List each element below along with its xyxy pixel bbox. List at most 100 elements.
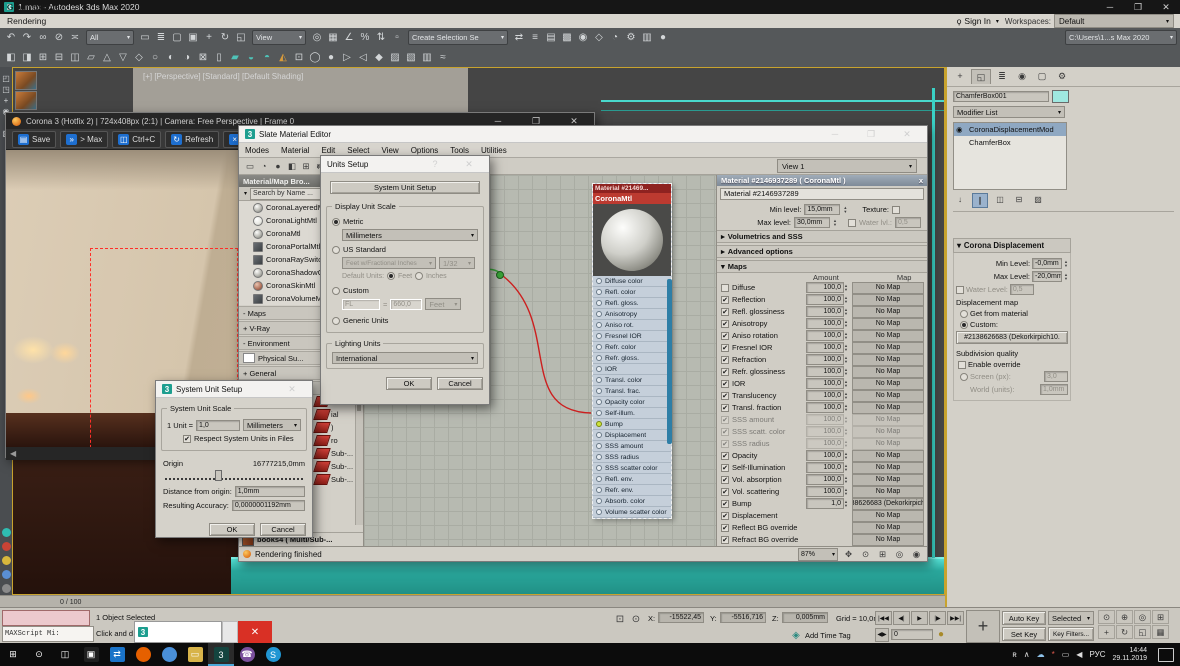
map-slot-button[interactable]: No Map (852, 366, 924, 378)
modifier-stack-item[interactable]: ChamferBox (954, 136, 1066, 149)
view-tab-dropdown[interactable]: View 1▾ (777, 159, 917, 173)
slot-socket-icon[interactable] (596, 454, 602, 460)
max-level-field[interactable]: 30,0mm (794, 217, 830, 228)
3dsmax-icon[interactable]: 3 (208, 643, 234, 666)
slate-titlebar[interactable]: 3 Slate Material Editor ─❐✕ (239, 126, 927, 143)
map-row[interactable]: ✔ SSS amount 100,0 ▲▼ No Map (717, 414, 927, 426)
selection-set-dropdown[interactable]: Selected▾ (1048, 611, 1094, 625)
map-row[interactable]: ✔ Diffuse 100,0 ▲▼ No Map (717, 282, 927, 294)
map-slot-button[interactable]: No Map (852, 534, 924, 546)
pan-icon[interactable]: ✥ (842, 548, 855, 560)
node-input-slot[interactable]: Aniso rot. (593, 320, 671, 331)
slate-menu-item[interactable]: Modes (239, 146, 275, 155)
render-production-button[interactable]: ● (655, 30, 671, 45)
toolbar-button[interactable]: ◒ (243, 50, 259, 65)
toolbar-button[interactable]: ▥ (419, 50, 435, 65)
map-checkbox[interactable]: ✔ (721, 392, 729, 400)
add-time-tag[interactable]: Add Time Tag (805, 631, 851, 640)
node-input-slot[interactable]: Diffuse color (593, 276, 671, 287)
map-row[interactable]: ✔ Vol. scattering 100,0 ▲▼ No Map (717, 486, 927, 498)
map-row[interactable]: ✔ Self-Illumination 100,0 ▲▼ No Map (717, 462, 927, 474)
toolbar-button[interactable]: ≈ (435, 50, 451, 65)
firefox-icon[interactable] (130, 643, 156, 666)
set-key-button[interactable]: Set Key (1002, 627, 1046, 641)
viewport-thumbnail[interactable] (15, 71, 37, 90)
visibility-eye-icon[interactable]: ◉ (956, 125, 966, 134)
map-slot-button[interactable]: No Map (852, 402, 924, 414)
use-pivot-center-button[interactable]: ◎ (309, 30, 325, 45)
slate-menu-item[interactable]: View (376, 146, 405, 155)
material-name-field[interactable]: Material #2146937289 (720, 188, 924, 200)
maximize-button[interactable]: ❐ (1124, 2, 1152, 13)
map-amount-field[interactable]: 100,0 (806, 366, 844, 377)
cancel-button[interactable]: Cancel (437, 377, 483, 390)
toolbar-button[interactable]: ⊠ (195, 50, 211, 65)
slot-socket-icon[interactable] (596, 465, 602, 471)
map-checkbox[interactable]: ✔ (721, 380, 729, 388)
start-button[interactable]: ⊞ (0, 643, 26, 666)
water-level-checkbox[interactable] (956, 286, 964, 294)
node-input-slot[interactable]: Refl. env. (593, 474, 671, 485)
slot-socket-icon[interactable] (596, 366, 602, 372)
parameters-header[interactable]: Material #2146937289 ( CoronaMtl )x (717, 175, 927, 186)
selection-region-button[interactable]: ▢ (169, 30, 185, 45)
slate-toolbar-button[interactable]: ◔ (257, 160, 271, 173)
create-new-key-button[interactable]: + (966, 610, 1000, 643)
map-row[interactable]: ✔ Refract BG override ▲▼ No Map (717, 534, 927, 546)
project-folder-dropdown[interactable]: C:\Users\1...s Max 2020▾ (1065, 30, 1177, 45)
toolbar-button[interactable]: ▱ (83, 50, 99, 65)
system-unit-setup-button[interactable]: System Unit Setup (330, 181, 480, 194)
tray-network-icon[interactable]: ▭ (1062, 650, 1070, 659)
key-mode-toggle[interactable]: ◀▶ (875, 628, 889, 642)
map-row[interactable]: ✔ Vol. absorption 100,0 ▲▼ No Map (717, 474, 927, 486)
node-input-slot[interactable]: Displacement (593, 430, 671, 441)
map-row[interactable]: ✔ Anisotropy 100,0 ▲▼ No Map (717, 318, 927, 330)
slot-socket-icon[interactable] (596, 344, 602, 350)
tray-alert-icon[interactable]: * (1052, 650, 1055, 659)
close-icon[interactable]: x (919, 176, 923, 185)
percent-snap-button[interactable]: % (357, 30, 373, 45)
map-checkbox[interactable]: ✔ (721, 524, 729, 532)
key-filters-button[interactable]: Key Filters... (1048, 627, 1094, 641)
node-input-slot[interactable]: Fresnel IOR (593, 331, 671, 342)
map-row[interactable]: ✔ Opacity 100,0 ▲▼ No Map (717, 450, 927, 462)
map-row[interactable]: ✔ Transl. fraction 100,0 ▲▼ No Map (717, 402, 927, 414)
map-row[interactable]: ✔ SSS radius 100,0 ▲▼ No Map (717, 438, 927, 450)
map-row[interactable]: ✔ Translucency 100,0 ▲▼ No Map (717, 390, 927, 402)
vfb-toolbar-button[interactable]: ◫Ctrl+C (112, 131, 161, 148)
node-input-slot[interactable]: Refr. color (593, 342, 671, 353)
toolbar-button[interactable]: ▯ (211, 50, 227, 65)
map-slot-button[interactable]: No Map (852, 426, 924, 438)
origin-slider-handle[interactable] (215, 470, 222, 481)
map-amount-field[interactable]: 100,0 (806, 414, 844, 425)
next-frame-button[interactable]: |▶ (929, 611, 946, 625)
toolbar-button[interactable]: ▧ (403, 50, 419, 65)
side-toolbar-button[interactable]: ◳ (1, 84, 12, 95)
layer-explorer-button[interactable]: ▤ (543, 30, 559, 45)
utilities-tab[interactable]: ⚙ (1053, 69, 1071, 83)
slot-socket-icon[interactable] (596, 300, 602, 306)
map-amount-field[interactable]: 100,0 (806, 474, 844, 485)
ribbon-toggle-button[interactable]: ▩ (559, 30, 575, 45)
map-checkbox[interactable]: ✔ (721, 368, 729, 376)
map-amount-field[interactable]: 100,0 (806, 342, 844, 353)
toolbar-button[interactable]: ⊞ (35, 50, 51, 65)
output-socket[interactable] (496, 271, 504, 279)
accuracy-field[interactable]: 0,0000001192mm (232, 500, 305, 511)
map-slot-button[interactable]: No Map (852, 414, 924, 426)
store-icon[interactable]: ▣ (78, 643, 104, 666)
auto-key-button[interactable]: Auto Key (1002, 611, 1046, 625)
map-slot-button[interactable]: No Map (852, 522, 924, 534)
toolbar-button[interactable]: ◧ (3, 50, 19, 65)
map-row[interactable]: ✔ Refr. glossiness 100,0 ▲▼ No Map (717, 366, 927, 378)
map-amount-field[interactable]: 100,0 (806, 438, 844, 449)
map-checkbox[interactable]: ✔ (721, 344, 729, 352)
display-tab[interactable]: ▢ (1033, 69, 1051, 83)
toolbar-button[interactable]: ◁ (355, 50, 371, 65)
chrome-icon[interactable] (156, 643, 182, 666)
zoom-region-icon[interactable]: ⊞ (876, 548, 889, 560)
zoom-level-dropdown[interactable]: 87%▾ (798, 548, 838, 561)
map-checkbox[interactable]: ✔ (721, 452, 729, 460)
unit-type-dropdown[interactable]: Millimeters▾ (243, 419, 301, 431)
toolbar-button[interactable]: ◨ (19, 50, 35, 65)
